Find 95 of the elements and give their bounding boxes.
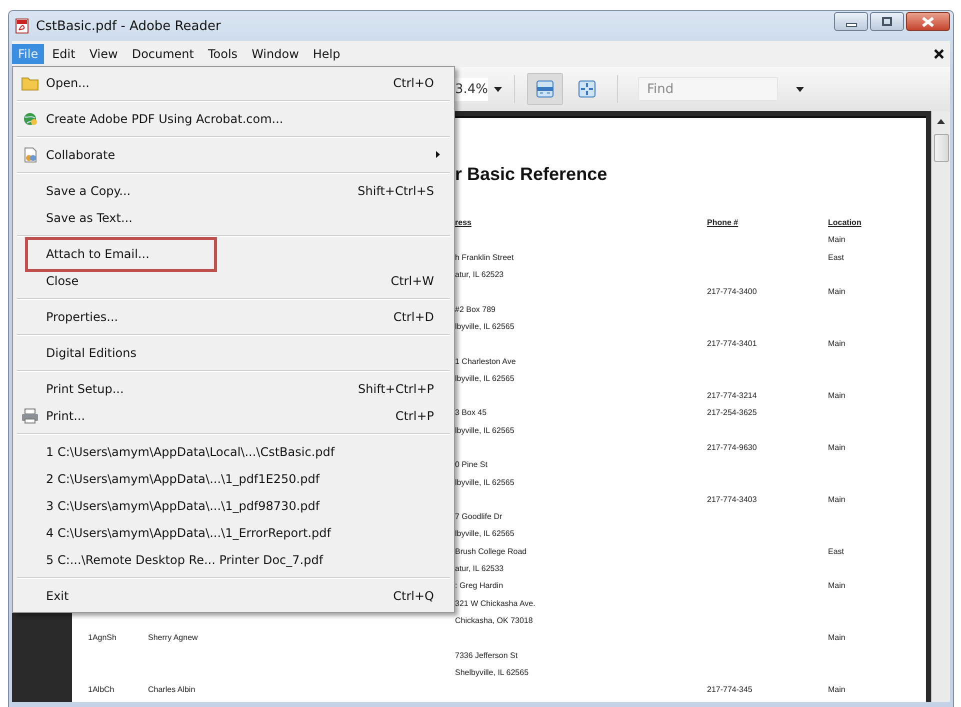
- menu-item[interactable]: Properties... Ctrl+D: [13, 303, 454, 330]
- column-header: Phone #: [707, 218, 738, 228]
- shortcut-text: Ctrl+D: [393, 310, 434, 324]
- address-text: : Greg Hardin: [455, 581, 504, 590]
- phone-number: 217-774-3400: [707, 287, 757, 296]
- address-text: lbyville, IL 62565: [455, 322, 514, 331]
- address-text: 321 W Chickasha Ave.: [455, 598, 536, 608]
- minimize-button[interactable]: [834, 12, 868, 31]
- phone-number: 217-254-3625: [707, 408, 757, 418]
- menu-bar-item[interactable]: Tools: [202, 44, 244, 64]
- maximize-button[interactable]: [870, 12, 904, 31]
- menu-bar-item[interactable]: Help: [306, 44, 346, 64]
- column-header: ress: [455, 218, 472, 228]
- menu-bar-item[interactable]: Window: [246, 44, 305, 64]
- location-text: Main: [828, 685, 846, 694]
- printer-icon: [21, 408, 39, 424]
- menu-item[interactable]: Attach to Email...: [13, 240, 454, 267]
- menu-item[interactable]: 5 C:...\Remote Desktop Re... Printer Doc_7.pdf: [13, 546, 454, 573]
- menu-item[interactable]: 1 C:\Users\amym\AppData\Local\...\CstBasic.pdf: [13, 438, 454, 465]
- dropdown-caret-icon[interactable]: [796, 86, 804, 92]
- fit-width-icon: [535, 79, 555, 99]
- phone-number: 217-774-345: [707, 685, 752, 694]
- address-text: atur, IL 62523: [455, 270, 504, 280]
- address-text: 7 Goodlife Dr: [455, 512, 502, 522]
- address-text: 0 Pine St: [455, 460, 488, 470]
- menu-item[interactable]: Create Adobe PDF Using Acrobat.com...: [13, 105, 454, 132]
- customer-name: Charles Albin: [148, 685, 196, 694]
- menu-bar-item[interactable]: Edit: [46, 44, 82, 64]
- shortcut-text: Ctrl+O: [393, 76, 434, 90]
- shortcut-text: Ctrl+P: [395, 408, 434, 422]
- customer-code: 1AgnSh: [88, 633, 116, 642]
- scroll-thumb[interactable]: [934, 134, 948, 162]
- shortcut-text: Ctrl+Q: [393, 588, 434, 602]
- menu-item[interactable]: Digital Editions: [13, 339, 454, 366]
- address-text: h Franklin Street: [455, 252, 514, 262]
- menu-item[interactable]: Exit Ctrl+Q: [13, 582, 454, 609]
- location-text: East: [828, 546, 844, 556]
- close-icon[interactable]: [934, 49, 944, 59]
- address-text: Brush College Road: [455, 546, 527, 556]
- menu-item[interactable]: 4 C:\Users\amym\AppData\...\1_ErrorReport.pdf: [13, 519, 454, 546]
- location-text: Main: [828, 235, 846, 244]
- shortcut-text: Shift+Ctrl+P: [358, 382, 434, 396]
- address-text: Chickasha, OK 73018: [455, 616, 533, 625]
- menu-item[interactable]: Print Setup... Shift+Ctrl+P: [13, 375, 454, 402]
- location-text: Main: [828, 581, 846, 590]
- address-text: lbyville, IL 62565: [455, 374, 514, 383]
- address-text: 3 Box 45: [455, 408, 487, 418]
- window-title: CstBasic.pdf - Adobe Reader: [36, 18, 221, 34]
- address-text: lbyville, IL 62565: [455, 529, 514, 538]
- location-text: Main: [828, 443, 846, 452]
- scrollbar[interactable]: [931, 111, 950, 702]
- menu-item[interactable]: 3 C:\Users\amym\AppData\...\1_pdf98730.pdf: [13, 492, 454, 519]
- address-text: 1 Charleston Ave: [455, 356, 516, 366]
- minimize-icon: [846, 22, 856, 26]
- location-text: Main: [828, 287, 846, 296]
- address-text: 7336 Jefferson St: [455, 650, 518, 660]
- menu-item[interactable]: Open... Ctrl+O: [13, 69, 454, 96]
- pdf-icon: [14, 18, 30, 34]
- menu-bar-item[interactable]: Document: [126, 44, 200, 64]
- address-text: lbyville, IL 62565: [455, 426, 514, 435]
- address-text: #2 Box 789: [455, 304, 496, 314]
- address-text: lbyville, IL 62565: [455, 478, 514, 487]
- dropdown-caret-icon[interactable]: [494, 86, 502, 92]
- fit-width-button[interactable]: [527, 73, 563, 105]
- location-text: Main: [828, 633, 846, 642]
- location-text: Main: [828, 494, 846, 504]
- phone-number: 217-774-3403: [707, 494, 757, 504]
- menu-item[interactable]: Save a Copy... Shift+Ctrl+S: [13, 177, 454, 204]
- location-text: Main: [828, 391, 846, 400]
- zoom-field[interactable]: 3.4%: [452, 78, 488, 100]
- menu-item[interactable]: Save as Text...: [13, 204, 454, 231]
- close-button[interactable]: [906, 12, 950, 31]
- menu-item[interactable]: Print... Ctrl+P: [13, 402, 454, 429]
- address-text: Shelbyville, IL 62565: [455, 668, 529, 677]
- customer-name: Sherry Agnew: [148, 633, 198, 642]
- scroll-up-icon[interactable]: [937, 119, 945, 124]
- folder-icon: [21, 74, 39, 90]
- column-header: Location: [828, 218, 862, 228]
- globe-icon: [21, 110, 39, 126]
- find-field[interactable]: Find: [638, 77, 778, 101]
- shortcut-text: Shift+Ctrl+S: [358, 184, 434, 198]
- document-title: r Basic Reference: [455, 164, 608, 186]
- menu-item[interactable]: 2 C:\Users\amym\AppData\...\1_pdf1E250.pdf: [13, 465, 454, 492]
- location-text: Main: [828, 339, 846, 348]
- phone-number: 217-774-3214: [707, 391, 757, 400]
- menu-item[interactable]: Close Ctrl+W: [13, 267, 454, 294]
- location-text: East: [828, 252, 844, 262]
- address-text: atur, IL 62533: [455, 564, 504, 574]
- phone-number: 217-774-3401: [707, 339, 757, 348]
- phone-number: 217-774-9630: [707, 443, 757, 452]
- menu-item[interactable]: Collaborate: [13, 141, 454, 168]
- customer-code: 1AlbCh: [88, 685, 114, 694]
- fit-page-icon: [577, 79, 597, 99]
- shortcut-text: Ctrl+W: [390, 274, 434, 288]
- menu-bar-item[interactable]: View: [83, 44, 124, 64]
